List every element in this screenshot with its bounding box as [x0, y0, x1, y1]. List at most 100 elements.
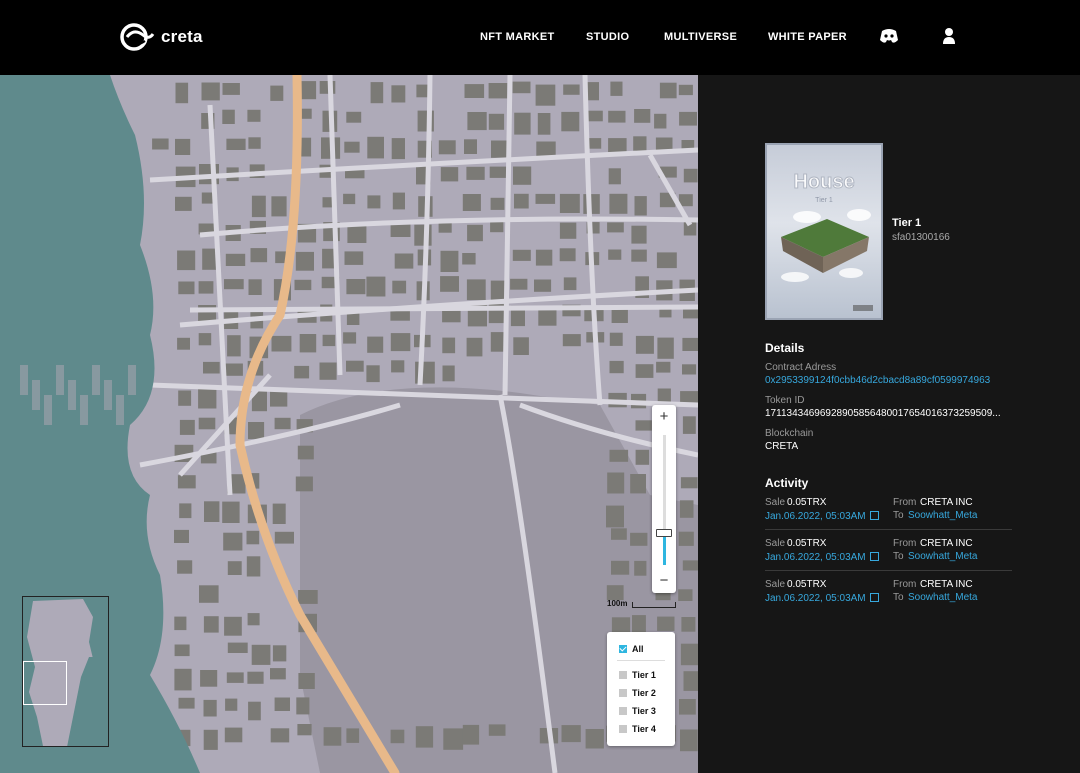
city-block [344, 251, 364, 265]
to-user-link[interactable]: Soowhatt_Meta [908, 592, 978, 603]
city-block [226, 672, 244, 683]
city-block [203, 616, 219, 633]
activity-date-link[interactable]: Jan.06.2022, 05:03AM [765, 510, 879, 522]
city-block [631, 225, 647, 244]
nft-code: sfa01300166 [892, 232, 950, 243]
city-block [512, 81, 531, 94]
city-block [678, 84, 693, 96]
city-block [659, 82, 677, 99]
activity-date-link[interactable]: Jan.06.2022, 05:03AM [765, 592, 879, 604]
checkbox-icon[interactable] [619, 725, 627, 733]
activity-date-link[interactable]: Jan.06.2022, 05:03AM [765, 551, 879, 563]
city-block [270, 85, 284, 101]
filter-tier-3[interactable]: Tier 3 [619, 706, 656, 716]
pier [68, 380, 76, 410]
zoom-out-button[interactable]: − [652, 570, 676, 592]
city-block [611, 528, 627, 540]
city-block [200, 670, 218, 687]
filter-all[interactable]: All [619, 644, 644, 654]
city-block [251, 644, 271, 665]
city-block [227, 642, 248, 653]
zoom-slider-handle[interactable] [656, 529, 672, 537]
pier [44, 395, 52, 425]
to-user-link[interactable]: Soowhatt_Meta [908, 551, 978, 562]
zoom-control: + − [652, 405, 676, 593]
city-block [174, 529, 189, 543]
city-block [467, 112, 487, 131]
minimap-viewport[interactable] [23, 661, 67, 705]
city-block [297, 445, 314, 460]
city-block [534, 279, 552, 292]
city-block [535, 249, 553, 266]
external-link-icon [869, 511, 879, 520]
city-block [322, 334, 336, 347]
city-block [203, 729, 218, 750]
checkbox-icon[interactable] [619, 707, 627, 715]
city-block [680, 391, 698, 403]
checkbox-icon[interactable] [619, 671, 627, 679]
nav-nft-market[interactable]: NFT MARKET [480, 31, 555, 43]
city-block [223, 532, 243, 551]
city-block [152, 138, 169, 150]
filter-tier-1[interactable]: Tier 1 [619, 670, 656, 680]
to-label: To [893, 592, 904, 603]
city-block [561, 111, 580, 132]
activity-amount: 0.05TRX [787, 497, 827, 508]
city-block [680, 477, 698, 489]
city-block [294, 365, 310, 379]
city-block [513, 166, 532, 185]
from-label: From [893, 497, 917, 508]
city-block [631, 249, 647, 262]
nft-card-image[interactable]: House Tier 1 [765, 143, 883, 320]
blockchain-value: CRETA [765, 441, 799, 452]
activity-date: Jan.06.2022, 05:03AM [765, 552, 866, 563]
city-block [198, 333, 212, 346]
city-block [344, 141, 360, 153]
city-block [298, 590, 318, 604]
city-block [367, 136, 384, 159]
from-value: CRETA INC [920, 497, 973, 508]
checkbox-icon[interactable] [619, 689, 627, 697]
city-block [679, 500, 694, 518]
brand-name: creta [161, 27, 203, 46]
city-block [443, 728, 464, 750]
city-block [299, 334, 317, 353]
city-block [632, 615, 646, 633]
to-user-link[interactable]: Soowhatt_Meta [908, 510, 978, 521]
discord-icon[interactable] [879, 27, 899, 50]
city-block [223, 363, 243, 376]
city-block [274, 697, 290, 711]
token-id-value: 1711343469692890585648001765401637325950… [765, 408, 1001, 419]
city-block [630, 474, 646, 494]
minimap[interactable] [22, 596, 109, 747]
city-block [585, 729, 604, 749]
user-icon[interactable] [942, 27, 956, 50]
city-block [438, 140, 456, 155]
divider [765, 570, 1012, 571]
filter-label: All [632, 644, 644, 654]
nav-studio[interactable]: STUDIO [586, 31, 629, 43]
zoom-in-button[interactable]: + [652, 406, 676, 428]
city-block [630, 532, 648, 546]
city-block [391, 138, 405, 160]
city-block [248, 137, 261, 149]
city-block [635, 364, 654, 378]
checkbox-icon[interactable] [619, 645, 627, 653]
map-scale-label: 100m [607, 599, 628, 608]
filter-label: Tier 4 [632, 724, 656, 734]
nav-white-paper[interactable]: WHITE PAPER [768, 31, 847, 43]
nav-multiverse[interactable]: MULTIVERSE [664, 31, 737, 43]
filter-tier-2[interactable]: Tier 2 [619, 688, 656, 698]
city-block [319, 362, 337, 380]
city-block [227, 561, 242, 575]
city-block [561, 725, 581, 743]
city-block [295, 251, 314, 271]
creta-logo[interactable]: creta [119, 22, 203, 52]
external-link-icon [869, 552, 879, 561]
city-block [179, 503, 192, 519]
external-link-icon [869, 593, 879, 602]
filter-tier-4[interactable]: Tier 4 [619, 724, 656, 734]
city-block [299, 81, 317, 100]
contract-address-link[interactable]: 0x2953399124f0cbb46d2cbacd8a89cf05999749… [765, 375, 990, 386]
city-block [609, 332, 623, 346]
